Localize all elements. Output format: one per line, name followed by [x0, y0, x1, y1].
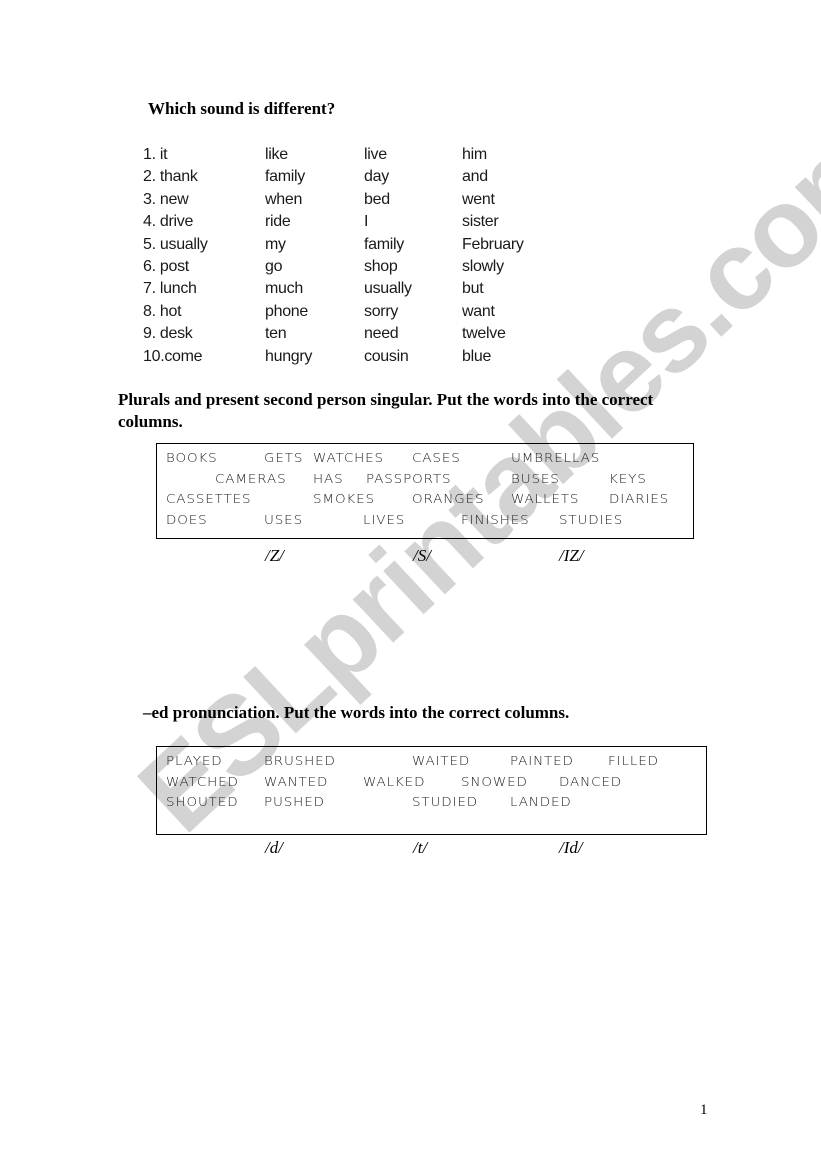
- word-cell: sister: [462, 213, 499, 231]
- word-cell: need: [364, 325, 399, 343]
- worksheet-page: ESLprintables.com Which sound is differe…: [0, 0, 821, 1169]
- word-chip: STUDIES: [559, 512, 624, 527]
- word-cell: slowly: [462, 257, 504, 275]
- word-chip: WALKED: [363, 774, 426, 789]
- word-chip: WALLETS: [511, 491, 580, 506]
- word-chip: PAINTED: [510, 753, 574, 768]
- word-chip: PUSHED: [264, 794, 325, 809]
- word-chip: CAMERAS: [215, 471, 287, 486]
- word-cell: went: [462, 190, 495, 208]
- word-cell: 4. drive: [143, 213, 194, 231]
- word-cell: usually: [364, 280, 412, 298]
- word-cell: 3. new: [143, 190, 189, 208]
- word-chip: STUDIED: [412, 794, 479, 809]
- word-chip: GETS: [264, 450, 304, 465]
- word-cell: 5. usually: [143, 235, 208, 253]
- column-label-id: /Id/: [559, 838, 583, 857]
- word-cell: I: [364, 213, 369, 231]
- word-chip: LIVES: [363, 512, 406, 527]
- word-chip: DOES: [166, 512, 208, 527]
- word-cell: day: [364, 168, 389, 186]
- word-cell: like: [265, 146, 288, 163]
- word-cell: 6. post: [143, 257, 189, 275]
- word-chip: BUSES: [511, 471, 560, 486]
- plurals-word-box: BOOKS GETS WATCHES CASES UMBRELLAS CAMER…: [156, 443, 694, 539]
- column-label-d: /d/: [265, 838, 283, 857]
- word-cell: cousin: [364, 347, 409, 365]
- word-cell: him: [462, 146, 487, 163]
- word-cell: twelve: [462, 325, 506, 343]
- word-cell: go: [265, 257, 283, 275]
- word-cell: family: [364, 235, 404, 253]
- word-cell: when: [265, 190, 303, 208]
- word-chip: WATCHES: [313, 450, 384, 465]
- page-number: 1: [700, 1102, 708, 1118]
- word-chip: BRUSHED: [264, 753, 336, 768]
- word-chip: SMOKES: [313, 491, 375, 506]
- column-label-z: /Z/: [265, 546, 284, 565]
- word-cell: family: [265, 168, 305, 186]
- word-cell: much: [265, 280, 303, 298]
- word-chip: SNOWED: [461, 774, 528, 789]
- word-cell: want: [462, 302, 495, 320]
- word-chip: BOOKS: [166, 450, 218, 465]
- section2-title: Plurals and present second person singul…: [118, 390, 654, 431]
- word-chip: LANDED: [510, 794, 572, 809]
- word-cell: 1. it: [143, 146, 168, 163]
- word-cell: hungry: [265, 347, 313, 365]
- word-chip: FILLED: [608, 753, 659, 768]
- column-label-t: /t/: [413, 838, 428, 857]
- word-cell: shop: [364, 257, 398, 275]
- word-chip: WANTED: [264, 774, 329, 789]
- word-chip: CASES: [412, 450, 461, 465]
- word-cell: live: [364, 146, 387, 163]
- word-cell: 8. hot: [143, 302, 182, 320]
- column-label-iz: /IZ/: [559, 546, 584, 565]
- word-chip: HAS: [313, 471, 344, 486]
- column-label-s: /S/: [413, 546, 431, 565]
- word-chip: WATCHED: [166, 774, 239, 789]
- word-cell: bed: [364, 190, 390, 208]
- word-cell: blue: [462, 347, 492, 365]
- word-cell: phone: [265, 302, 308, 320]
- word-chip: ORANGES: [412, 491, 485, 506]
- word-cell: 2. thank: [143, 168, 198, 186]
- word-chip: USES: [264, 512, 304, 527]
- word-chip: FINISHES: [461, 512, 530, 527]
- word-cell: my: [265, 235, 286, 253]
- word-cell: 10.come: [143, 347, 203, 365]
- section1-title: Which sound is different?: [148, 99, 336, 118]
- worksheet-content: Which sound is different? 1. it like liv…: [0, 0, 821, 1169]
- word-chip: KEYS: [609, 471, 647, 486]
- word-chip: SHOUTED: [166, 794, 239, 809]
- word-chip: WAITED: [412, 753, 471, 768]
- word-cell: sorry: [364, 302, 399, 320]
- word-chip: PLAYED: [166, 753, 223, 768]
- word-chip: PASSPORTS: [366, 471, 452, 486]
- word-chip: UMBRELLAS: [511, 450, 601, 465]
- word-cell: but: [462, 280, 484, 298]
- word-cell: and: [462, 168, 488, 186]
- word-cell: ten: [265, 325, 287, 343]
- word-cell: 9. desk: [143, 325, 193, 343]
- word-cell: ride: [265, 213, 291, 231]
- ed-word-box: PLAYED BRUSHED WAITED PAINTED FILLED WAT…: [156, 746, 707, 835]
- word-chip: DIARIES: [609, 491, 670, 506]
- word-cell: February: [462, 235, 524, 253]
- section3-title: –ed pronunciation. Put the words into th…: [143, 703, 570, 722]
- word-cell: 7. lunch: [143, 280, 197, 298]
- word-chip: CASSETTES: [166, 491, 252, 506]
- word-chip: DANCED: [559, 774, 623, 789]
